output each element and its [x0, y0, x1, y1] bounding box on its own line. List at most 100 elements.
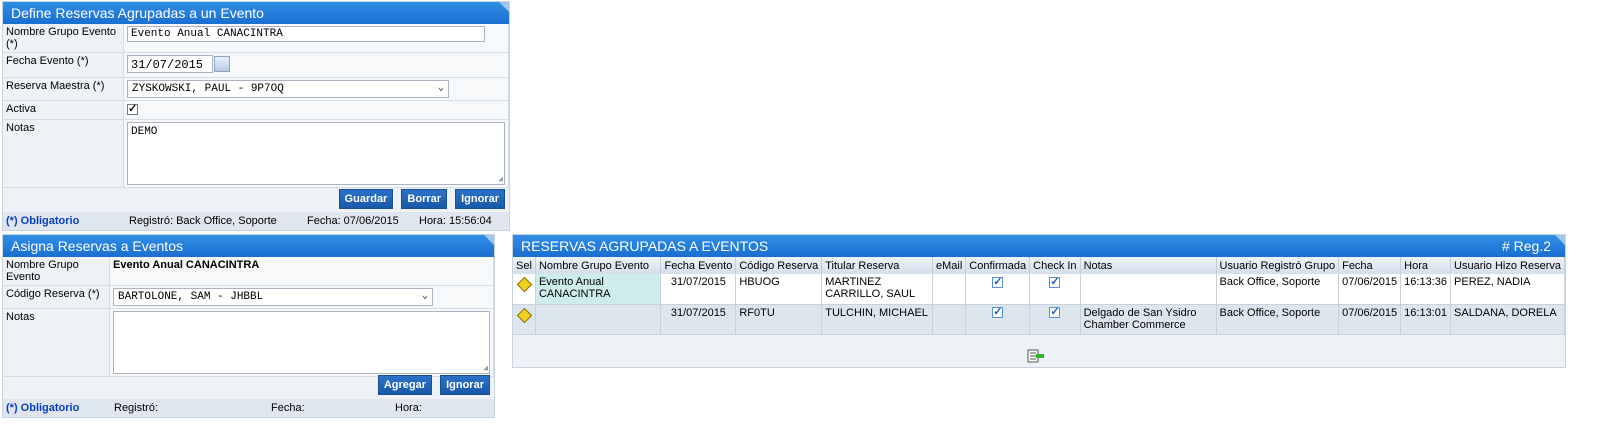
confirmada-cell: [965, 274, 1031, 305]
email-cell: [932, 304, 967, 335]
codigo-reserva-label: Código Reserva (*): [3, 285, 110, 309]
resize-grip-icon[interactable]: ◢: [483, 363, 488, 373]
titular-cell: TULCHIN, MICHAEL: [821, 304, 933, 335]
col-nombre-grupo[interactable]: Nombre Grupo Evento: [535, 257, 662, 274]
asigna-button-row: Agregar Ignorar: [377, 375, 490, 395]
codigo-cell: HBUOG: [735, 274, 823, 305]
confirmada-checkbox[interactable]: [992, 305, 1004, 319]
col-fecha-evento[interactable]: Fecha Evento: [660, 257, 737, 274]
usuario-reserva-cell: SALDANA, DORELA: [1450, 304, 1565, 335]
ignorar-button[interactable]: Ignorar: [455, 189, 505, 209]
hora-text: Hora: 15:56:04: [419, 215, 492, 227]
asigna-notas-label: Notas: [3, 308, 110, 377]
col-check-in[interactable]: Check In: [1029, 257, 1081, 274]
checkin-checkbox[interactable]: [1049, 275, 1061, 288]
col-hora[interactable]: Hora: [1400, 257, 1452, 274]
edit-pencil-icon[interactable]: [516, 276, 533, 293]
sel-cell[interactable]: [513, 304, 536, 335]
col-sel[interactable]: Sel: [513, 257, 536, 274]
table-row[interactable]: Evento Anual CANACINTRA 31/07/2015 HBUOG…: [513, 274, 1565, 305]
codigo-reserva-value: BARTOLONE, SAM - JHBBL: [118, 291, 264, 303]
reservations-table: Sel Nombre Grupo Evento Fecha Evento Cód…: [513, 257, 1565, 335]
borrar-button[interactable]: Borrar: [401, 189, 448, 209]
col-usuario-registro[interactable]: Usuario Registró Grupo: [1216, 257, 1340, 274]
nombre-grupo-label: Nombre Grupo Evento (*): [3, 24, 124, 53]
usuario-reserva-cell: PEREZ, NADIA: [1450, 274, 1565, 305]
fecha-evento-cell: 31/07/2015: [660, 304, 737, 335]
codigo-cell: RF0TU: [735, 304, 823, 335]
define-form: Nombre Grupo Evento (*) Evento Anual CAN…: [3, 24, 509, 188]
email-cell: [932, 274, 967, 305]
col-notas[interactable]: Notas: [1080, 257, 1217, 274]
excel-export-icon[interactable]: [1027, 349, 1045, 363]
agregar-button[interactable]: Agregar: [377, 375, 433, 395]
registro-text: Registró: Back Office, Soporte: [129, 215, 277, 227]
checkin-checkbox[interactable]: [1049, 305, 1061, 319]
grid-panel-title-bar: RESERVAS AGRUPADAS A EVENTOS # Reg.2: [513, 235, 1565, 257]
notas-label: Notas: [3, 119, 124, 188]
checkin-cell: [1029, 274, 1081, 305]
fecha-evento-cell: 31/07/2015: [660, 274, 737, 305]
obligatorio-note: (*) Obligatorio: [6, 215, 80, 227]
confirmada-cell: [965, 304, 1031, 335]
asigna-panel-title: Asigna Reservas a Eventos: [3, 235, 494, 257]
sel-cell[interactable]: [513, 274, 536, 305]
grupo-cell: Evento Anual CANACINTRA: [535, 274, 662, 305]
codigo-reserva-select[interactable]: BARTOLONE, SAM - JHBBL ⌄: [113, 288, 433, 306]
grupo-cell: [535, 304, 662, 335]
define-footer: (*) Obligatorio Registró: Back Office, S…: [3, 212, 509, 230]
define-event-panel: Define Reservas Agrupadas a un Evento No…: [2, 1, 510, 231]
notas-cell: [1080, 274, 1217, 305]
activa-checkbox[interactable]: [127, 102, 138, 115]
define-panel-title: Define Reservas Agrupadas a un Evento: [3, 2, 509, 24]
fecha-cell: 07/06/2015: [1338, 274, 1402, 305]
calendar-icon[interactable]: [214, 56, 230, 72]
col-titular-reserva[interactable]: Titular Reserva: [821, 257, 933, 274]
col-fecha[interactable]: Fecha: [1338, 257, 1402, 274]
notas-value: DEMO: [131, 126, 158, 138]
usuario-registro-cell: Back Office, Soporte: [1216, 304, 1340, 335]
grouped-reservations-grid-panel: RESERVAS AGRUPADAS A EVENTOS # Reg.2 Sel…: [512, 234, 1566, 368]
asigna-nombre-label: Nombre Grupo Evento: [3, 257, 110, 286]
confirmada-checkbox[interactable]: [992, 275, 1004, 288]
titular-cell: MARTINEZ CARRILLO, SAUL: [821, 274, 933, 305]
hora-cell: 16:13:01: [1400, 304, 1452, 335]
chevron-down-icon: ⌄: [421, 291, 428, 302]
edit-pencil-icon[interactable]: [516, 307, 533, 323]
fecha-text: Fecha: 07/06/2015: [307, 215, 399, 227]
col-confirmada[interactable]: Confirmada: [965, 257, 1031, 274]
record-count: # Reg.2: [1501, 238, 1551, 254]
col-email[interactable]: eMail: [932, 257, 967, 274]
fecha-evento-input[interactable]: 31/07/2015: [127, 55, 213, 73]
reserva-maestra-value: ZYSKOWSKI, PAUL - 9P7OQ: [132, 83, 284, 95]
chevron-down-icon: ⌄: [437, 83, 444, 94]
asigna-notas-textarea[interactable]: ◢: [113, 311, 490, 374]
hora-cell: 16:13:36: [1400, 274, 1452, 305]
asigna-obligatorio-note: (*) Obligatorio: [6, 402, 80, 414]
asigna-hora-text: Hora:: [395, 402, 422, 414]
asigna-fecha-text: Fecha:: [271, 402, 305, 414]
table-row[interactable]: 31/07/2015 RF0TU TULCHIN, MICHAEL Delgad…: [513, 304, 1565, 335]
grid-footer: [513, 345, 1565, 367]
fecha-cell: 07/06/2015: [1338, 304, 1402, 335]
reserva-maestra-label: Reserva Maestra (*): [3, 77, 124, 101]
checkin-cell: [1029, 304, 1081, 335]
resize-grip-icon[interactable]: ◢: [498, 174, 503, 184]
usuario-registro-cell: Back Office, Soporte: [1216, 274, 1340, 305]
nombre-grupo-input[interactable]: Evento Anual CANACINTRA: [127, 26, 485, 42]
guardar-button[interactable]: Guardar: [338, 189, 394, 209]
asigna-form: Nombre Grupo Evento Evento Anual CANACIN…: [3, 257, 494, 377]
assign-reservations-panel: Asigna Reservas a Eventos Nombre Grupo E…: [2, 234, 495, 418]
define-button-row: Guardar Borrar Ignorar: [338, 189, 505, 209]
notas-cell: Delgado de San Ysidro Chamber Commerce: [1080, 304, 1217, 335]
col-usuario-reserva[interactable]: Usuario Hizo Reserva: [1450, 257, 1565, 274]
col-codigo-reserva[interactable]: Código Reserva: [735, 257, 823, 274]
activa-label: Activa: [3, 100, 124, 120]
asigna-footer: (*) Obligatorio Registró: Fecha: Hora:: [3, 399, 494, 417]
grid-panel-title: RESERVAS AGRUPADAS A EVENTOS: [521, 238, 769, 254]
asigna-nombre-value: Evento Anual CANACINTRA: [109, 257, 494, 286]
notas-textarea[interactable]: DEMO ◢: [127, 122, 505, 185]
asigna-ignorar-button[interactable]: Ignorar: [440, 375, 490, 395]
fecha-evento-label: Fecha Evento (*): [3, 52, 124, 78]
reserva-maestra-select[interactable]: ZYSKOWSKI, PAUL - 9P7OQ ⌄: [127, 80, 449, 98]
